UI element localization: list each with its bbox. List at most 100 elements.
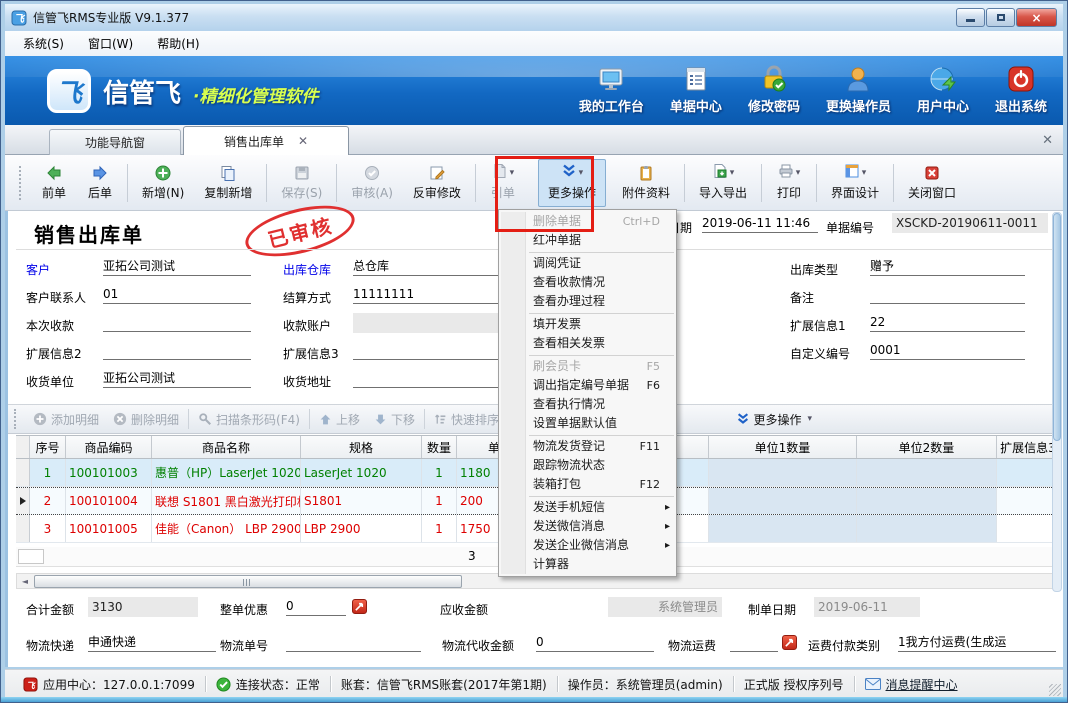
status-bar: 飞 应用中心：127.0.0.1:7099 连接状态：正常 账套：信管飞RMS账… — [5, 669, 1063, 698]
tab-nav-window[interactable]: 功能导航窗 — [49, 129, 181, 155]
user-center-button[interactable]: 用户中心 — [917, 64, 969, 115]
payment-field[interactable] — [103, 314, 251, 332]
exit-system-button[interactable]: 退出系统 — [995, 64, 1047, 115]
express-field[interactable]: 申通快递 — [88, 634, 216, 652]
col-unit1[interactable]: 单位1数量 — [709, 436, 857, 458]
warehouse-field[interactable]: 总仓库 — [353, 258, 501, 276]
warehouse-label: 出库仓库 — [283, 261, 331, 278]
grid-more-actions-button[interactable]: 更多操作▾ — [729, 407, 820, 431]
doc-date-field[interactable]: 2019-06-11 11:46 — [702, 215, 818, 233]
restore-button[interactable] — [986, 8, 1015, 27]
menu-item[interactable]: 查看办理过程 — [499, 292, 676, 311]
prev-doc-button[interactable]: 前单 — [31, 159, 77, 207]
menu-system[interactable]: 系统(S) — [13, 32, 74, 55]
freighttype-field[interactable]: 1我方付运费(生成运 — [898, 634, 1056, 652]
menu-item[interactable]: 填开发票 — [499, 315, 676, 334]
vscroll-thumb[interactable] — [1053, 213, 1061, 441]
menu-item[interactable]: 计算器 — [499, 555, 676, 574]
print-button[interactable]: ▾打印 — [766, 159, 812, 207]
message-center-link[interactable]: 消息提醒中心 — [855, 676, 968, 693]
copy-add-button[interactable]: 复制新增 — [194, 159, 262, 207]
hscroll-thumb[interactable] — [34, 575, 462, 588]
trackno-field[interactable] — [286, 634, 421, 652]
toolbar-separator — [684, 164, 685, 202]
discount-edit-icon[interactable] — [352, 599, 367, 614]
unaudit-button[interactable]: 反审修改 — [403, 159, 471, 207]
close-window-button[interactable]: 关闭窗口 — [898, 159, 966, 207]
tab-close-icon[interactable]: ✕ — [298, 134, 308, 148]
freight-field[interactable] — [730, 634, 778, 652]
ext2-field[interactable] — [103, 342, 251, 360]
import-export-button[interactable]: ▾导入导出 — [689, 159, 757, 207]
menu-item[interactable]: 调阅凭证 — [499, 254, 676, 273]
arrow-left-icon — [46, 164, 62, 182]
ui-design-button[interactable]: ▾界面设计 — [821, 159, 889, 207]
my-workbench-button[interactable]: 我的工作台 — [579, 64, 644, 115]
attachment-button[interactable]: 附件资料 — [612, 159, 680, 207]
brand-name: 信管飞 — [103, 73, 181, 110]
col-code[interactable]: 商品编码 — [66, 436, 152, 458]
menu-item[interactable]: 装箱打包 F12 — [499, 475, 676, 494]
switch-operator-button[interactable]: 更换操作员 — [826, 64, 891, 115]
form-vscrollbar[interactable] — [1052, 212, 1062, 592]
menu-item[interactable]: 设置单据默认值 — [499, 414, 676, 433]
settle-field[interactable]: 11111111 — [353, 286, 501, 304]
menu-item[interactable]: 查看相关发票 — [499, 334, 676, 353]
col-name[interactable]: 商品名称 — [152, 436, 301, 458]
freight-edit-icon[interactable] — [782, 635, 797, 650]
double-chevron-down-icon — [736, 412, 750, 426]
menu-item[interactable]: 物流发货登记 F11 — [499, 437, 676, 456]
scroll-left-icon[interactable]: ◄ — [17, 574, 33, 588]
user-center-icon — [928, 64, 958, 94]
tab-current-label: 销售出库单 — [224, 133, 284, 150]
cod-field[interactable]: 0 — [536, 634, 654, 652]
outtype-field[interactable]: 赠予 — [870, 258, 1025, 276]
menu-item[interactable]: 查看执行情况 — [499, 395, 676, 414]
license-status: 正式版 授权序列号 — [734, 676, 854, 693]
consignee-field[interactable]: 亚拓公司测试 — [103, 370, 251, 388]
brand-banner: 飞 信管飞 ·精细化管理软件 我的工作台 单据中心 修改密码 更换操作员 用户 — [5, 56, 1063, 125]
menu-item[interactable]: 红冲单据 — [499, 231, 676, 250]
contact-field[interactable]: 01 — [103, 286, 251, 304]
add-row-button: 添加明细 — [26, 407, 106, 431]
address-field[interactable] — [353, 370, 501, 388]
next-doc-button[interactable]: 后单 — [77, 159, 123, 207]
remark-field[interactable] — [870, 286, 1025, 304]
resize-grip[interactable] — [1049, 684, 1061, 696]
title-bar[interactable]: 飞 信管飞RMS专业版 V9.1.377 × — [5, 4, 1063, 31]
menu-item[interactable]: 发送手机短信 — [499, 498, 676, 517]
menu-item[interactable]: 发送微信消息 — [499, 517, 676, 536]
col-qty[interactable]: 数量 — [422, 436, 457, 458]
menu-item[interactable]: 查看收款情况 — [499, 273, 676, 292]
menu-item[interactable]: 调出指定编号单据 F6 — [499, 376, 676, 395]
ext1-field[interactable]: 22 — [870, 314, 1025, 332]
document-center-button[interactable]: 单据中心 — [670, 64, 722, 115]
add-doc-button[interactable]: 新增(N) — [132, 159, 194, 207]
app-center-status: 飞 应用中心：127.0.0.1:7099 — [13, 676, 205, 693]
tab-sales-outbound[interactable]: 销售出库单 ✕ — [183, 126, 349, 155]
col-seq[interactable]: 序号 — [30, 436, 66, 458]
discount-field[interactable]: 0 — [286, 598, 346, 616]
menu-item[interactable]: 刷会员卡 F5 — [499, 357, 676, 376]
more-actions-button[interactable]: ▾更多操作 — [538, 159, 606, 207]
customer-field[interactable]: 亚拓公司测试 — [103, 258, 251, 276]
close-button[interactable]: × — [1016, 8, 1057, 27]
menu-help[interactable]: 帮助(H) — [147, 32, 209, 55]
toolbar-separator — [266, 164, 267, 202]
col-unit2[interactable]: 单位2数量 — [857, 436, 997, 458]
menu-item-label: 查看收款情况 — [533, 273, 605, 292]
custno-field[interactable]: 0001 — [870, 342, 1025, 360]
tabstrip-close-icon[interactable]: ✕ — [1042, 133, 1053, 148]
col-spec[interactable]: 规格 — [301, 436, 422, 458]
cell-seq: 1 — [30, 459, 66, 486]
menu-window[interactable]: 窗口(W) — [78, 32, 143, 55]
ext3-field[interactable] — [353, 342, 501, 360]
change-password-button[interactable]: 修改密码 — [748, 64, 800, 115]
minimize-button[interactable] — [956, 8, 985, 27]
menu-item[interactable]: 删除单据 Ctrl+D — [499, 212, 676, 231]
menu-item[interactable]: 发送企业微信消息 — [499, 536, 676, 555]
dropdown-caret-icon: ▾ — [796, 168, 801, 178]
cell-ext3 — [997, 459, 1060, 486]
menu-item[interactable]: 跟踪物流状态 — [499, 456, 676, 475]
col-ext3[interactable]: 扩展信息3 — [997, 436, 1059, 458]
